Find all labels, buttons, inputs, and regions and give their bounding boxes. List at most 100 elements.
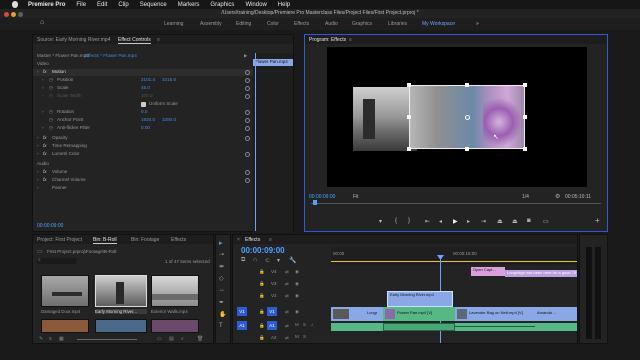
section-panner[interactable]: › Panner	[33, 185, 253, 192]
nest-icon[interactable]: ⧉	[241, 257, 245, 264]
export-frame-icon[interactable]: ◙	[527, 218, 531, 224]
anchor-point-icon[interactable]	[465, 115, 470, 120]
menu-markers[interactable]: Markers	[178, 2, 200, 8]
eye-icon[interactable]: ◉	[295, 281, 299, 287]
mark-in-icon[interactable]: {	[395, 218, 397, 224]
sync-lock-icon[interactable]: ⇌	[285, 309, 289, 315]
expand-chevron-icon[interactable]: ›	[42, 77, 44, 82]
workspace-color[interactable]: Color	[267, 21, 279, 27]
lock-icon[interactable]: 🔒	[259, 281, 265, 287]
clip-thumbnail[interactable]	[41, 319, 89, 333]
audio-clip-segment[interactable]	[383, 323, 455, 331]
add-marker-icon[interactable]: ▾	[277, 257, 280, 264]
timeline-clip-caption-text[interactable]: Longridge has been here for a good 70 y	[505, 270, 577, 277]
rotation-value[interactable]: 0.0	[141, 109, 147, 114]
transform-handle[interactable]	[523, 115, 527, 119]
razor-tool-icon[interactable]: ◇	[219, 275, 224, 282]
selection-tool-icon[interactable]: ▸	[219, 239, 223, 247]
sequence-clip-label[interactable]: Effects * Flower Pan.mp4	[85, 53, 137, 58]
tab-bin-footage[interactable]: Bin: Footage	[131, 237, 159, 243]
step-forward-icon[interactable]: ▸	[467, 218, 470, 225]
reset-icon[interactable]	[245, 94, 250, 99]
section-time-remapping[interactable]: › fx Time Remapping	[33, 143, 253, 150]
reset-icon[interactable]	[245, 126, 250, 131]
panel-menu-icon[interactable]: ≡	[269, 237, 272, 243]
new-bin-icon[interactable]: ▭	[157, 336, 162, 342]
tab-bin-b-roll[interactable]: Bin: B-Roll	[93, 237, 117, 244]
workspace-assembly[interactable]: Assembly	[200, 21, 222, 27]
menu-help[interactable]: Help	[278, 2, 290, 8]
expand-chevron-icon[interactable]: ›	[37, 69, 39, 74]
mute-button[interactable]: M	[295, 334, 299, 339]
transform-handle[interactable]	[407, 147, 411, 151]
tab-project[interactable]: Project: First Project	[37, 237, 82, 243]
effect-mini-timeline[interactable]: Flower Pan.mp4	[253, 53, 293, 233]
zoom-window-icon[interactable]	[18, 12, 23, 17]
zoom-slider[interactable]	[77, 339, 137, 340]
track-target-a1[interactable]: A1	[267, 321, 277, 330]
workspace-effects[interactable]: Effects	[294, 21, 309, 27]
tab-program[interactable]: Program: Effects	[309, 37, 346, 43]
expand-chevron-icon[interactable]: ›	[37, 135, 39, 140]
fx-badge[interactable]: fx	[43, 143, 47, 148]
home-icon[interactable]: ⌂	[40, 19, 44, 26]
timeline-clip-open-caption[interactable]: Open Capt...	[471, 267, 505, 276]
snap-icon[interactable]: ∩	[253, 257, 257, 263]
expand-chevron-icon[interactable]: ›	[42, 93, 44, 98]
clip-thumbnail-selected[interactable]	[95, 275, 147, 307]
expand-chevron-icon[interactable]: ›	[37, 177, 39, 182]
expand-chevron-icon[interactable]: ›	[37, 169, 39, 174]
fx-badge[interactable]: fx	[43, 69, 47, 74]
bin-search-input[interactable]: ⌕	[37, 257, 77, 264]
transform-handle[interactable]	[523, 83, 527, 87]
reset-icon[interactable]	[245, 70, 250, 75]
add-marker-icon[interactable]: ▾	[379, 218, 382, 225]
menu-window[interactable]: Window	[245, 2, 266, 8]
transform-handle[interactable]	[523, 147, 527, 151]
menu-clip[interactable]: Clip	[118, 2, 128, 8]
reset-icon[interactable]	[245, 86, 250, 91]
program-video-canvas[interactable]: ↖	[327, 47, 587, 187]
icon-view-icon[interactable]: ▦	[59, 336, 64, 342]
fx-badge[interactable]: fx	[43, 135, 47, 140]
workspace-overflow-button[interactable]: »	[476, 21, 479, 27]
stopwatch-icon[interactable]: ◷	[49, 85, 53, 91]
lift-icon[interactable]: ⏏	[497, 218, 503, 225]
slip-tool-icon[interactable]: ↔	[219, 287, 225, 293]
timeline-tracks[interactable]: Open Capt... Longridge has been here for…	[331, 267, 577, 343]
sync-lock-icon[interactable]: ⇌	[285, 293, 289, 299]
sync-lock-icon[interactable]: ⇌	[285, 269, 289, 275]
expand-chevron-icon[interactable]: ›	[42, 85, 44, 90]
playback-resolution-select[interactable]: 1/4	[522, 194, 529, 200]
workspace-audio[interactable]: Audio	[325, 21, 338, 27]
menu-file[interactable]: File	[76, 2, 86, 8]
menu-graphics[interactable]: Graphics	[210, 2, 234, 8]
solo-button[interactable]: S	[303, 322, 306, 327]
fx-badge[interactable]: fx	[43, 169, 47, 174]
lock-icon[interactable]: 🔒	[259, 323, 265, 329]
position-y-value[interactable]: 1015.6	[162, 77, 176, 82]
stopwatch-icon[interactable]: ◷	[49, 109, 53, 115]
eye-icon[interactable]: ◉	[295, 269, 299, 275]
list-view-icon[interactable]: ≡	[49, 336, 52, 342]
section-opacity[interactable]: › fx Opacity	[33, 135, 253, 142]
type-tool-icon[interactable]: T	[219, 323, 223, 329]
workspace-editing[interactable]: Editing	[236, 21, 251, 27]
workspace-graphics[interactable]: Graphics	[352, 21, 372, 27]
effect-controls-timecode[interactable]: 00:00:09:00	[37, 223, 63, 229]
transform-handle[interactable]	[465, 147, 469, 151]
stopwatch-icon[interactable]: ◷	[49, 93, 53, 99]
anchor-x-value[interactable]: 1920.0	[141, 117, 155, 122]
stopwatch-icon[interactable]: ◷	[49, 117, 53, 123]
program-playhead[interactable]	[313, 200, 317, 205]
lock-icon[interactable]: 🔒	[259, 269, 265, 275]
clip-thumbnail[interactable]	[151, 319, 199, 333]
lock-icon[interactable]: 🔒	[259, 293, 265, 299]
anti-flicker-value[interactable]: 0.00	[141, 125, 150, 130]
apple-icon[interactable]	[12, 1, 18, 8]
clip-thumbnail[interactable]	[95, 319, 147, 333]
scale-value[interactable]: 45.0	[141, 85, 150, 90]
timeline-audio-clip-a1[interactable]	[331, 323, 577, 331]
stopwatch-icon[interactable]: ◷	[49, 77, 53, 83]
source-patch-v1[interactable]: V1	[237, 307, 247, 316]
